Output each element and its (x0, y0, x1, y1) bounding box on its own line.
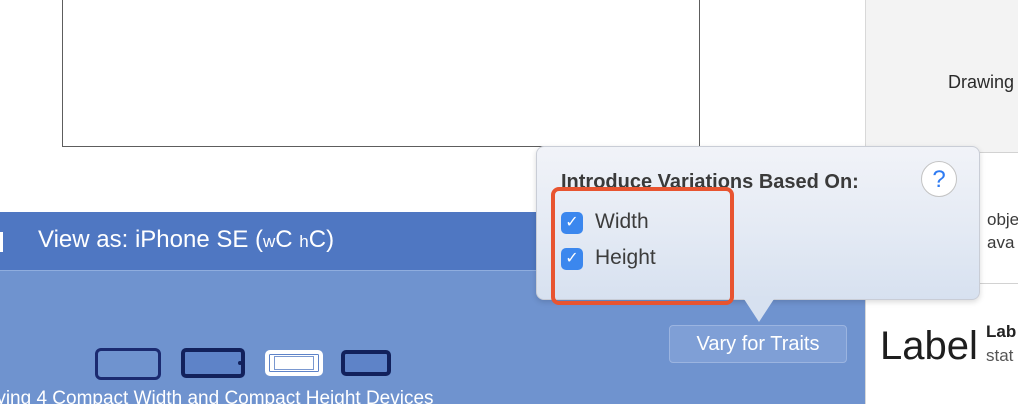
inspector-top-section: Drawing (866, 0, 1018, 153)
label-item-subtitle: stat (986, 346, 1014, 365)
size-class-c1: C (275, 226, 300, 253)
view-as-prefix: View as: iPhone SE ( (38, 226, 264, 253)
size-class-c2: C) (308, 226, 335, 253)
drawing-label: Drawing (948, 72, 1015, 92)
iphone-landscape-outline-icon[interactable] (95, 348, 161, 380)
vary-for-traits-button[interactable]: Vary for Traits (669, 325, 847, 363)
help-icon[interactable]: ? (921, 161, 957, 197)
iphone-landscape-dark-icon[interactable] (181, 348, 245, 378)
label-preview: Label (880, 324, 978, 368)
device-status-text: rying 4 Compact Width and Compact Height… (0, 388, 434, 409)
object-library-item[interactable]: Label Lab stat (866, 284, 1018, 404)
iphone-landscape-white-icon[interactable] (265, 350, 323, 376)
iphone-landscape-small-icon[interactable] (341, 350, 391, 376)
description-text: obje ava (978, 208, 1018, 254)
label-item-title: Lab (986, 322, 1017, 341)
annotation-highlight-box (551, 187, 734, 305)
popover-arrow (742, 296, 776, 322)
size-class-w: w (263, 232, 276, 251)
collapse-handle[interactable] (0, 232, 3, 252)
storyboard-view-frame[interactable] (62, 0, 700, 147)
size-class-h: h (299, 232, 309, 251)
description-line-1: obje (987, 210, 1018, 229)
description-line-2: ava (987, 233, 1015, 252)
view-as-title[interactable]: View as: iPhone SE (wC hC) (38, 226, 334, 254)
